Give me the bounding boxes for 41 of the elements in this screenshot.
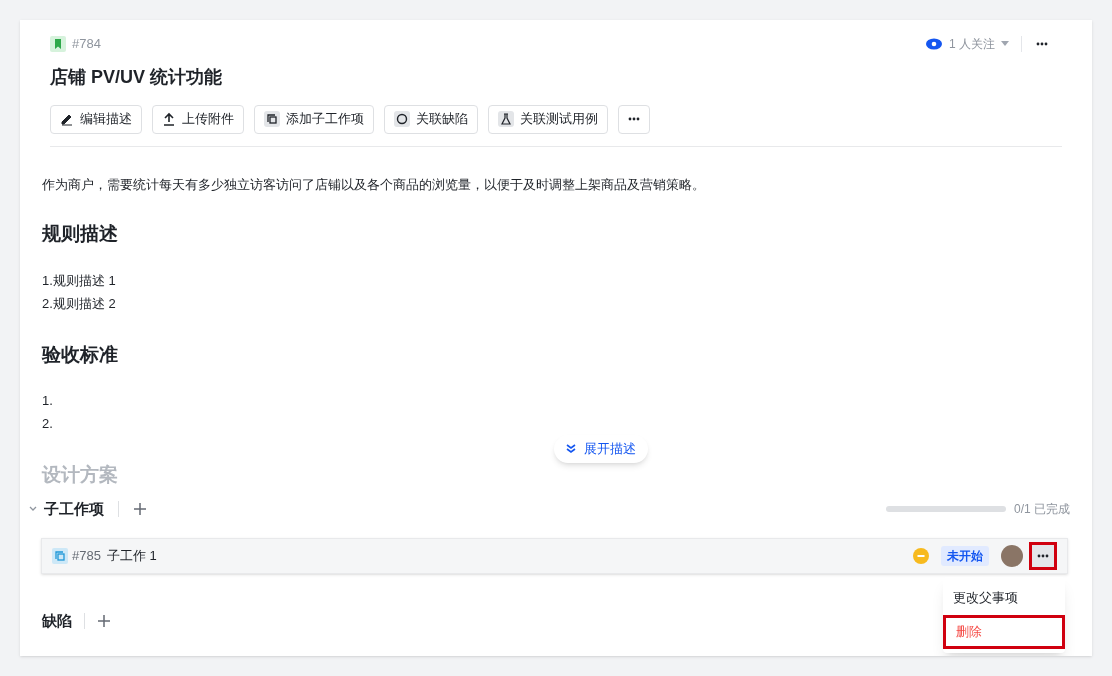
item-title: 店铺 PV/UV 统计功能 [50, 65, 224, 89]
avatar [1001, 545, 1023, 567]
toolbar-button[interactable]: 添加子工作项 [254, 104, 374, 134]
section-heading: 规则描述 [42, 222, 119, 246]
item-id: #784 [72, 35, 101, 53]
list-line: 1.规则描述 1 [42, 271, 117, 290]
subtask-name: 子工作 1 [106, 547, 157, 566]
status-badge: 未开始 [941, 546, 989, 566]
list-line: 2. [42, 415, 54, 433]
toolbar-button[interactable]: 关联缺陷 [384, 104, 478, 134]
bookmark-icon [50, 35, 66, 52]
menu-item[interactable]: 删除 [943, 615, 1065, 649]
copy-icon [264, 111, 280, 127]
upload-icon [162, 112, 176, 126]
plus-icon[interactable] [133, 501, 147, 516]
flask-icon [498, 111, 514, 127]
progress-text: 0/1 已完成 [1014, 500, 1070, 518]
plus-icon[interactable] [97, 614, 111, 629]
more-icon [1036, 41, 1048, 46]
expand-button[interactable]: 展开描述 [554, 434, 648, 463]
eye-icon [925, 37, 943, 50]
toolbar-button[interactable]: 关联测试用例 [488, 104, 608, 134]
pencil-icon [60, 112, 74, 126]
caret-icon [1001, 41, 1009, 47]
more-icon [1037, 554, 1049, 558]
more-icon [628, 117, 640, 121]
description-text: 作为商户，需要统计每天有多少独立访客访问了店铺以及各个商品的浏览量，以便于及时调整上架商品及营销策略。 [42, 175, 706, 194]
section-heading: 验收标准 [42, 342, 119, 367]
toolbar-button[interactable]: 上传附件 [152, 104, 244, 134]
section-heading: 设计方案 [42, 463, 119, 487]
subtask-id: #785 [72, 547, 101, 566]
priority-icon [913, 548, 929, 564]
section-title: 子工作项 [44, 498, 104, 519]
list-line: 1. [42, 392, 54, 410]
toolbar-button[interactable]: 编辑描述 [50, 104, 142, 134]
menu-item[interactable]: 更改父事项 [943, 581, 1065, 615]
circle-icon [394, 111, 410, 127]
section-title: 缺陷 [42, 611, 72, 631]
copy-icon [52, 548, 68, 564]
double-chevron-icon [566, 443, 576, 454]
list-line: 2.规则描述 2 [42, 294, 117, 313]
